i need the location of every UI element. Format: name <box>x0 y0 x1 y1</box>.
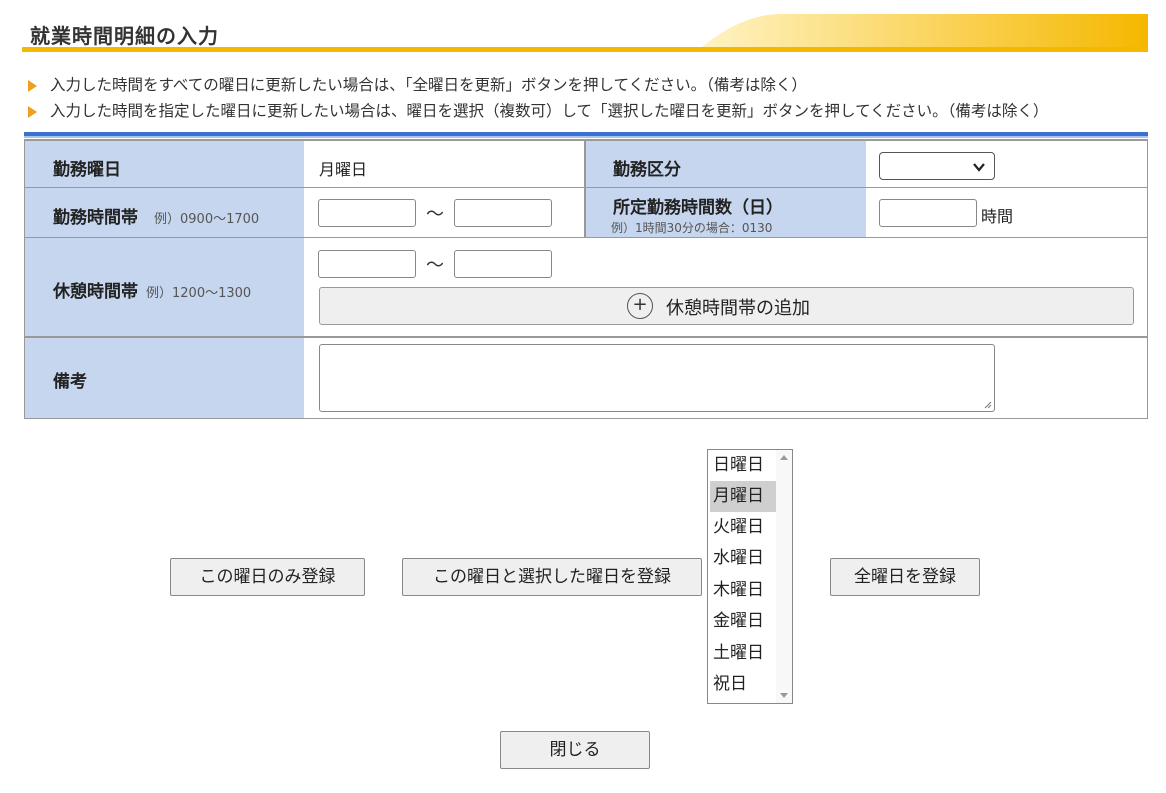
break-end-input[interactable] <box>454 250 552 278</box>
instruction-notes: 入力した時間をすべての曜日に更新したい場合は、「全曜日を更新」ボタンを押してくだ… <box>26 72 1146 124</box>
bullet-arrow-icon <box>28 106 37 118</box>
work-category-label: 勤務区分 <box>613 160 681 180</box>
row-divider <box>25 187 1147 188</box>
resize-handle-icon[interactable] <box>984 401 992 409</box>
range-separator: ～ <box>426 204 444 225</box>
listbox-scrollbar[interactable] <box>776 450 792 703</box>
page-title: 就業時間明細の入力 <box>30 24 219 48</box>
note-text: 入力した時間を指定した曜日に更新したい場合は、曜日を選択（複数可）して「選択した… <box>50 102 1049 120</box>
work-start-input[interactable] <box>318 199 416 227</box>
note-item: 入力した時間をすべての曜日に更新したい場合は、「全曜日を更新」ボタンを押してくだ… <box>26 72 1146 98</box>
scroll-down-icon[interactable] <box>780 693 788 698</box>
day-option-wednesday[interactable]: 水曜日 <box>710 543 776 574</box>
work-day-label: 勤務曜日 <box>53 160 121 180</box>
register-all-days-button[interactable]: 全曜日を登録 <box>830 558 980 596</box>
day-option-saturday[interactable]: 土曜日 <box>710 638 776 669</box>
section-divider-light <box>24 136 1148 138</box>
scheduled-hours-unit: 時間 <box>981 207 1014 226</box>
register-selected-days-button[interactable]: この曜日と選択した曜日を登録 <box>402 558 702 596</box>
day-option-holiday[interactable]: 祝日 <box>710 669 776 700</box>
close-button[interactable]: 閉じる <box>500 731 650 769</box>
day-option-tuesday[interactable]: 火曜日 <box>710 512 776 543</box>
range-separator: ～ <box>426 255 444 276</box>
chevron-down-icon <box>973 163 985 172</box>
break-hours-label-text: 休憩時間帯 <box>53 282 138 302</box>
break-hours-label: 休憩時間帯 例）1200～1300 <box>53 277 251 302</box>
day-option-thursday[interactable]: 木曜日 <box>710 575 776 606</box>
break-hours-example: 例）1200～1300 <box>146 286 252 301</box>
day-option-friday[interactable]: 金曜日 <box>710 606 776 637</box>
row-divider <box>25 237 1147 238</box>
break-start-input[interactable] <box>318 250 416 278</box>
day-option-sunday[interactable]: 日曜日 <box>710 450 776 481</box>
register-this-day-button[interactable]: この曜日のみ登録 <box>170 558 365 596</box>
scheduled-hours-input[interactable] <box>879 199 977 227</box>
work-day-value: 月曜日 <box>319 160 368 179</box>
add-break-button[interactable]: + 休憩時間帯の追加 <box>319 287 1134 325</box>
plus-circle-icon: + <box>627 293 653 319</box>
work-hours-label: 勤務時間帯 例）0900～1700 <box>53 203 259 228</box>
note-item: 入力した時間を指定した曜日に更新したい場合は、曜日を選択（複数可）して「選択した… <box>26 98 1146 124</box>
note-text: 入力した時間をすべての曜日に更新したい場合は、「全曜日を更新」ボタンを押してくだ… <box>50 76 807 94</box>
day-multi-select[interactable]: 日曜日 月曜日 火曜日 水曜日 木曜日 金曜日 土曜日 祝日 <box>707 449 793 704</box>
page-header: 就業時間明細の入力 <box>22 14 1148 52</box>
scheduled-hours-example: 例）1時間30分の場合：0130 <box>611 221 773 235</box>
work-hours-label-text: 勤務時間帯 <box>53 208 138 228</box>
row-divider <box>25 336 1147 338</box>
bullet-arrow-icon <box>28 80 37 92</box>
work-hours-form: 勤務曜日 月曜日 勤務区分 勤務時間帯 例）0900～1700 ～ 所定勤務時間数… <box>24 139 1148 419</box>
remarks-textarea[interactable] <box>319 344 995 412</box>
add-break-label: 休憩時間帯の追加 <box>666 298 810 319</box>
column-divider <box>584 141 586 238</box>
work-category-select[interactable] <box>879 152 995 180</box>
scroll-up-icon[interactable] <box>780 455 788 460</box>
remarks-label: 備考 <box>53 372 87 392</box>
scheduled-hours-label: 所定勤務時間数（日） <box>613 198 783 218</box>
day-option-monday[interactable]: 月曜日 <box>710 481 776 512</box>
work-end-input[interactable] <box>454 199 552 227</box>
work-hours-example: 例）0900～1700 <box>154 212 260 227</box>
